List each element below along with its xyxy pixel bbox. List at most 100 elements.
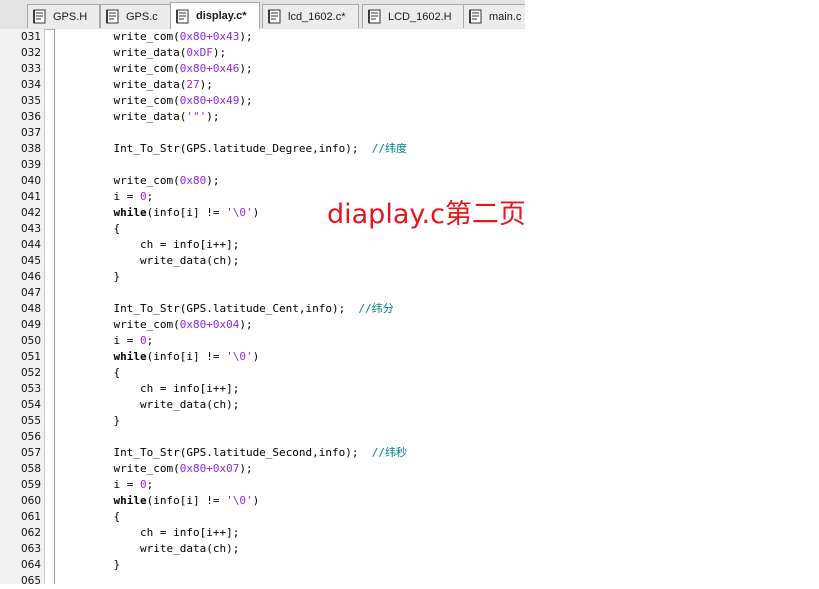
line-number: 046: [20, 271, 41, 283]
file-tab-bar: GPS.H GPS.c display.c* lcd_1602.c* LCD_1602.…: [0, 0, 525, 30]
source-file-icon: [368, 9, 381, 24]
code-text: write_com(0x80+0x07);: [87, 461, 252, 477]
code-line: 035 write_com(0x80+0x49);: [0, 93, 525, 109]
tab-label: GPS.H: [53, 10, 88, 23]
code-line: 060 while(info[i] != '\0'): [0, 493, 525, 509]
line-number: 065: [20, 575, 41, 587]
source-file-icon: [106, 9, 119, 24]
line-number: 040: [20, 175, 41, 187]
line-number: 051: [20, 351, 41, 363]
code-line: 058 write_com(0x80+0x07);: [0, 461, 525, 477]
line-number: 032: [20, 47, 41, 59]
line-number: 064: [20, 559, 41, 571]
code-token: ;: [146, 334, 154, 347]
line-number: 062: [20, 527, 41, 539]
code-token: );: [239, 94, 253, 107]
source-file-icon: [33, 9, 46, 24]
code-literal: 0x80+0x46: [179, 62, 240, 75]
line-number: 045: [20, 255, 41, 267]
code-token: write_com(: [87, 174, 180, 187]
code-line: 064 }: [0, 557, 525, 573]
code-line: 032 write_data(0xDF);: [0, 45, 525, 61]
code-token: write_data(: [87, 78, 187, 91]
code-literal: 0xDF: [186, 46, 213, 59]
code-token: (info[i] !=: [146, 494, 227, 507]
code-token: {: [87, 222, 121, 235]
code-text: while(info[i] != '\0'): [87, 205, 260, 221]
code-line: 040 write_com(0x80);: [0, 173, 525, 189]
code-line: 031 write_com(0x80+0x43);: [0, 29, 525, 45]
code-token: );: [239, 30, 253, 43]
code-comment: //纬度: [371, 142, 408, 155]
code-line: 049 write_com(0x80+0x04);: [0, 317, 525, 333]
line-number: 042: [20, 207, 41, 219]
code-token: );: [206, 174, 220, 187]
code-literal: 0x80+0x04: [179, 318, 240, 331]
code-text: while(info[i] != '\0'): [87, 349, 260, 365]
code-token: );: [239, 318, 253, 331]
code-literal: 0: [139, 334, 147, 347]
code-token: write_data(ch);: [87, 542, 240, 555]
code-token: write_com(: [87, 94, 180, 107]
line-number: 056: [20, 431, 41, 443]
code-text: i = 0;: [87, 477, 153, 493]
tab-gps-h[interactable]: GPS.H: [27, 4, 101, 28]
code-line: 053 ch = info[i++];: [0, 381, 525, 397]
line-number: 036: [20, 111, 41, 123]
code-line: 059 i = 0;: [0, 477, 525, 493]
tab-lcd-1602-c[interactable]: lcd_1602.c*: [262, 4, 359, 28]
line-number: 035: [20, 95, 41, 107]
code-line: 051 while(info[i] != '\0'): [0, 349, 525, 365]
code-line: 063 write_data(ch);: [0, 541, 525, 557]
code-literal: 0x80+0x43: [179, 30, 240, 43]
code-token: {: [87, 510, 121, 523]
tab-lcd-1602-h[interactable]: LCD_1602.H: [362, 4, 465, 28]
code-token: }: [87, 558, 121, 571]
code-token: }: [87, 270, 121, 283]
code-text: i = 0;: [87, 189, 153, 205]
line-number: 034: [20, 79, 41, 91]
line-number: 054: [20, 399, 41, 411]
line-number: 033: [20, 63, 41, 75]
line-number: 047: [20, 287, 41, 299]
code-line: 052 {: [0, 365, 525, 381]
code-line: 050 i = 0;: [0, 333, 525, 349]
code-token: write_data(: [87, 46, 187, 59]
line-number: 037: [20, 127, 41, 139]
code-literal: 0: [139, 478, 147, 491]
tab-main-c[interactable]: main.c: [463, 4, 525, 28]
tab-display-c[interactable]: display.c*: [170, 2, 260, 29]
code-token: ): [252, 494, 260, 507]
code-token: ch = info[i++];: [87, 526, 240, 539]
code-line: 046 }: [0, 269, 525, 285]
code-token: (info[i] !=: [146, 350, 227, 363]
code-text: ch = info[i++];: [87, 525, 239, 541]
code-text: write_com(0x80+0x04);: [87, 317, 253, 333]
code-line: 055 }: [0, 413, 525, 429]
code-token: i =: [87, 478, 140, 491]
code-literal: 27: [186, 78, 200, 91]
line-number: 041: [20, 191, 41, 203]
code-token: );: [206, 110, 220, 123]
line-number: 060: [20, 495, 41, 507]
code-text: while(info[i] != '\0'): [87, 493, 260, 509]
code-literal: 0x80+0x07: [179, 462, 240, 475]
code-text: Int_To_Str(GPS.latitude_Cent,info); //纬分: [87, 301, 393, 317]
blank-area: [525, 0, 819, 584]
code-text: i = 0;: [87, 333, 153, 349]
code-token: write_com(: [87, 462, 180, 475]
code-token: ;: [146, 190, 154, 203]
code-literal: '\0': [226, 350, 253, 363]
tab-gps-c[interactable]: GPS.c: [100, 4, 171, 28]
code-token: write_data(ch);: [87, 254, 240, 267]
line-number: 049: [20, 319, 41, 331]
source-file-icon: [469, 9, 482, 24]
line-number: 057: [20, 447, 41, 459]
line-number: 048: [20, 303, 41, 315]
code-token: write_com(: [87, 318, 180, 331]
tab-label: LCD_1602.H: [388, 10, 452, 23]
code-token: ): [252, 206, 260, 219]
